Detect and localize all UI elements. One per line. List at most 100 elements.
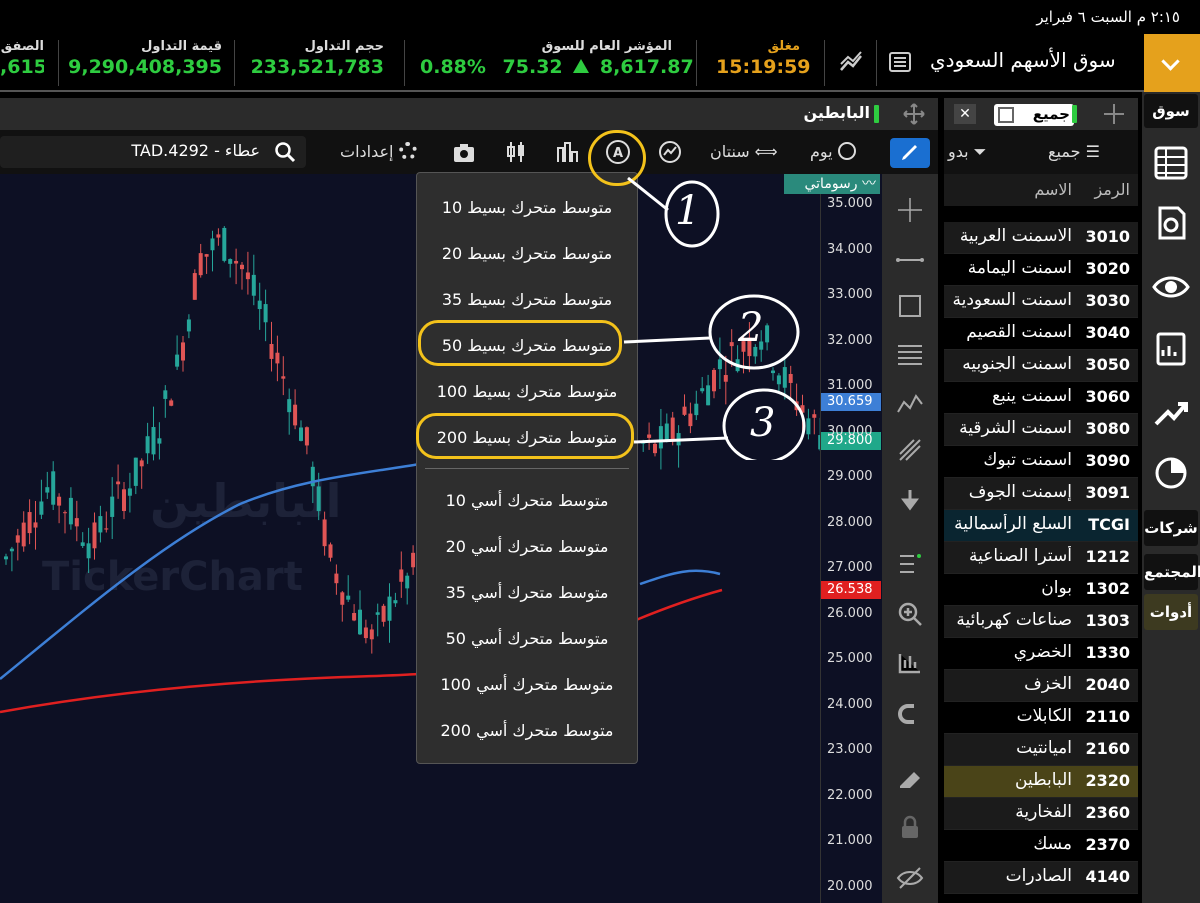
period-button[interactable]: سنتان ⟺ — [710, 142, 778, 170]
column-symbol[interactable]: الرمز — [1094, 180, 1130, 199]
camera-icon[interactable] — [452, 142, 476, 164]
watchlist-row[interactable]: 2040 الخزف — [944, 670, 1138, 702]
watchlist-row[interactable]: TCGI السلع الرأسمالية — [944, 510, 1138, 542]
watchlist-row[interactable]: 2360 الفخارية — [944, 798, 1138, 830]
candle-body — [51, 471, 56, 505]
range-icon: ⟺ — [754, 142, 778, 161]
watchlist-row[interactable]: 3010 الاسمنت العربية — [944, 222, 1138, 254]
magnet-icon[interactable] — [896, 700, 924, 728]
menu-item-ma[interactable]: متوسط متحرك أسي 200 — [417, 708, 637, 754]
row-symbol: 1330 — [1085, 643, 1130, 662]
watchlist-row[interactable]: 1302 بوان — [944, 574, 1138, 606]
candle-body — [352, 613, 357, 621]
row-name: الاسمنت العربية — [959, 226, 1072, 246]
candle-body — [133, 457, 138, 486]
bar-chart-icon[interactable] — [555, 140, 579, 164]
price-axis[interactable]: 30.659 29.800 26.538 35.000 34.000 33.000 3… — [820, 174, 882, 903]
menu-item-ma[interactable]: متوسط متحرك أسي 10 — [417, 478, 637, 524]
report-icon[interactable] — [1152, 330, 1190, 368]
menu-item-ma[interactable]: متوسط متحرك أسي 35 — [417, 570, 637, 616]
watchlist-row[interactable]: 3040 اسمنت القصيم — [944, 318, 1138, 350]
candle-body — [9, 548, 14, 552]
nav-tab-companies[interactable]: شركات — [1144, 510, 1198, 546]
eye-icon[interactable] — [1152, 268, 1190, 306]
filter-button[interactable]: بدو ⏷ — [948, 142, 986, 162]
watchlist-row[interactable]: 3060 اسمنت ينبع — [944, 382, 1138, 414]
row-symbol: 1303 — [1085, 611, 1130, 630]
pie-history-icon[interactable] — [1152, 454, 1190, 492]
deals-value: ,615 — [0, 56, 44, 78]
eraser-icon[interactable] — [896, 764, 924, 792]
watchlist-row[interactable]: 3080 اسمنت الشرقية — [944, 414, 1138, 446]
rectangle-icon[interactable] — [896, 292, 924, 320]
table-icon[interactable] — [1152, 144, 1190, 182]
arrow-down-icon[interactable] — [896, 486, 924, 514]
watchlist-move-icon[interactable] — [1102, 102, 1126, 126]
sheet-icon[interactable] — [888, 50, 912, 74]
candle-body — [346, 595, 351, 600]
watchlist-select[interactable]: جميع — [994, 104, 1074, 126]
lock-icon[interactable] — [896, 814, 924, 842]
row-name: السلع الرأسمالية — [954, 514, 1072, 534]
menu-item-ma[interactable]: متوسط متحرك أسي 100 — [417, 662, 637, 708]
watchlist-row[interactable]: 1303 صناعات كهربائية — [944, 606, 1138, 638]
pitchfork-icon[interactable] — [896, 436, 924, 464]
close-icon[interactable]: ✕ — [954, 104, 976, 124]
menu-item-ma[interactable]: متوسط متحرك أسي 50 — [417, 616, 637, 662]
watchlist-row[interactable]: 1212 أسترا الصناعية — [944, 542, 1138, 574]
nav-tab-tools[interactable]: أدوات — [1144, 594, 1198, 630]
hide-icon[interactable] — [896, 864, 924, 892]
filter-icon: ⏷ — [973, 142, 987, 161]
interval-button[interactable]: يوم — [810, 142, 856, 170]
watchlist-row[interactable]: 3091 إسمنت الجوف — [944, 478, 1138, 510]
watchlist-row[interactable]: 2370 مسك — [944, 830, 1138, 862]
list-settings-icon[interactable] — [896, 550, 924, 578]
row-name: البابطين — [1015, 770, 1072, 790]
draw-pencil-button[interactable] — [890, 138, 930, 168]
watchlist-row[interactable]: 3030 اسمنت السعودية — [944, 286, 1138, 318]
wave-pattern-icon[interactable] — [896, 388, 924, 416]
candle-body — [169, 400, 174, 406]
arrow-up-icon — [573, 59, 590, 73]
menu-item-ma[interactable]: متوسط متحرك بسيط 20 — [417, 231, 637, 277]
menu-item-ma[interactable]: متوسط متحرك بسيط 10 — [417, 185, 637, 231]
gear-icon — [398, 142, 417, 160]
candles-icon[interactable] — [504, 140, 528, 164]
trend-chart-icon[interactable] — [838, 50, 864, 76]
watchlist-row[interactable]: 3020 اسمنت اليمامة — [944, 254, 1138, 286]
status-datetime: ٢:١٥ م السبت ٦ فبراير — [1036, 8, 1180, 26]
watchlist-row[interactable]: 3050 اسمنت الجنوبيه — [944, 350, 1138, 382]
candle-body — [157, 438, 162, 444]
horizontal-line-icon[interactable] — [896, 246, 924, 274]
candle-body — [68, 497, 73, 525]
sheet-list-icon: ☰ — [1085, 142, 1100, 161]
watchlist-row[interactable]: 3090 اسمنت تبوك — [944, 446, 1138, 478]
move-icon[interactable] — [902, 102, 926, 126]
column-name[interactable]: الاسم — [1034, 180, 1072, 199]
fibonacci-icon[interactable] — [896, 340, 924, 368]
candle-body — [216, 234, 221, 238]
nav-tab-market[interactable]: سوق — [1144, 94, 1198, 128]
ruler-icon[interactable] — [896, 650, 924, 678]
search-icon[interactable] — [274, 141, 296, 163]
watchlist-row[interactable]: 2160 اميانتيت — [944, 734, 1138, 766]
trending-up-icon[interactable] — [1152, 394, 1190, 432]
market-header: مغلق 15:19:59 المؤشر العام للسوق 0.88% 7… — [0, 34, 1200, 92]
nav-tab-community[interactable]: المجتمع — [1144, 554, 1200, 590]
collapse-header-button[interactable] — [1144, 34, 1200, 92]
watchlist-row[interactable]: 1330 الخضري — [944, 638, 1138, 670]
symbol-search-input[interactable]: TAD.4292 - عطاء — [0, 136, 306, 168]
watchlist-row[interactable]: 4140 الصادرات — [944, 862, 1138, 894]
list-select-button[interactable]: جميع ☰ — [1048, 142, 1100, 161]
document-search-icon[interactable] — [1152, 204, 1190, 242]
compare-icon[interactable] — [658, 140, 682, 164]
watchlist-row[interactable]: 2110 الكابلات — [944, 702, 1138, 734]
watchlist-row[interactable]: 2320 البابطين — [944, 766, 1138, 798]
menu-item-ma[interactable]: متوسط متحرك بسيط 35 — [417, 277, 637, 323]
menu-item-ma[interactable]: متوسط متحرك بسيط 100 — [417, 369, 637, 415]
zoom-icon[interactable] — [896, 600, 924, 628]
menu-item-ma[interactable]: متوسط متحرك أسي 20 — [417, 524, 637, 570]
watchlist-active-indicator — [1072, 105, 1077, 123]
settings-button[interactable]: إعدادات — [340, 142, 417, 170]
crosshair-icon[interactable] — [896, 196, 924, 224]
